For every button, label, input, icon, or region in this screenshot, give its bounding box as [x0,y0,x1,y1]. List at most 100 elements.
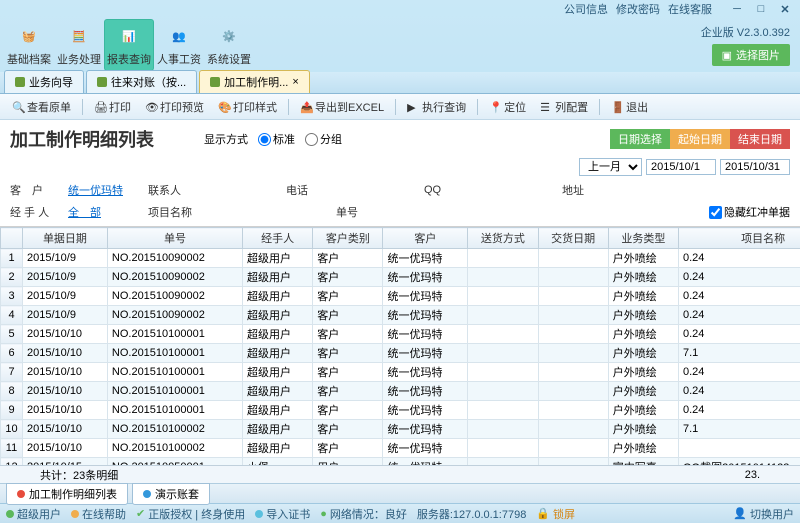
cell[interactable]: 2015/10/10 [23,382,108,401]
cell[interactable]: 户外喷绘 [608,420,678,439]
tab[interactable]: 往来对账（按... [86,70,197,93]
cell[interactable]: 0.24 [679,268,800,287]
cell[interactable]: 户外喷绘 [608,439,678,458]
cell[interactable] [538,268,608,287]
cell[interactable]: 用户 [313,458,383,466]
table-row[interactable]: 102015/10/10NO.201510100002超级用户客户统一优玛特户外… [1,420,800,439]
cell[interactable]: 户外喷绘 [608,344,678,363]
cell[interactable]: NO.201510090002 [107,249,242,268]
cell[interactable]: 2015/10/10 [23,420,108,439]
tab[interactable]: 加工制作明...× [199,70,310,93]
cell[interactable] [468,325,538,344]
cell[interactable] [468,344,538,363]
cell[interactable]: 2015/10/9 [23,287,108,306]
toolbar-btn-4[interactable]: 📤导出到EXCEL [294,97,390,117]
cell[interactable]: 客户 [313,401,383,420]
cell[interactable]: 统一优玛特 [383,420,468,439]
cell[interactable]: 超级用户 [243,306,313,325]
cell[interactable]: 户外喷绘 [608,306,678,325]
cell[interactable]: 统一优玛特 [383,382,468,401]
cell[interactable]: NO.201510100001 [107,363,242,382]
table-row[interactable]: 32015/10/9NO.201510090002超级用户客户统一优玛特户外喷绘… [1,287,800,306]
grid-scroll[interactable]: 单据日期单号经手人客户类别客户送货方式交货日期业务类型项目名称图样材料名称单位宽… [0,227,800,465]
cell[interactable]: 超级用户 [243,249,313,268]
cell[interactable]: NO.201510090002 [107,287,242,306]
cell[interactable]: 统一优玛特 [383,401,468,420]
cell[interactable] [538,363,608,382]
cell[interactable]: 超级用户 [243,344,313,363]
col-header[interactable]: 客户 [383,228,468,249]
minimize-button[interactable]: ─ [728,2,746,16]
ribbon-people[interactable]: 👥人事工资 [154,19,204,71]
tab[interactable]: 业务向导 [4,70,84,93]
cell[interactable]: 统一优玛特 [383,249,468,268]
cell[interactable]: 客户 [313,344,383,363]
col-header[interactable]: 交货日期 [538,228,608,249]
cell[interactable]: 2015/10/9 [23,268,108,287]
cell[interactable] [538,287,608,306]
cell[interactable]: 2015/10/10 [23,401,108,420]
cell[interactable]: 2015/10/10 [23,363,108,382]
toolbar-btn-5[interactable]: ▶执行查询 [401,97,472,117]
cell[interactable]: 统一优玛特 [383,306,468,325]
cell[interactable]: 户外喷绘 [608,325,678,344]
toolbar-btn-2[interactable]: 👁打印预览 [139,97,210,117]
cell[interactable]: QQ截图20151014123... [679,458,800,466]
cell[interactable]: 超级用户 [243,401,313,420]
cell[interactable] [538,401,608,420]
cell[interactable]: 客户 [313,249,383,268]
cell[interactable] [468,287,538,306]
cell[interactable]: 户外喷绘 [608,287,678,306]
cell[interactable]: 统一优玛特 [383,287,468,306]
toolbar-btn-8[interactable]: 🚪退出 [605,97,654,117]
toolbar-btn-0[interactable]: 🔍查看原单 [6,97,77,117]
ribbon-gear[interactable]: ⚙️系统设置 [204,19,254,71]
cell[interactable]: 0.24 [679,382,800,401]
link-company[interactable]: 公司信息 [564,1,608,17]
col-header[interactable]: 客户类别 [313,228,383,249]
cell[interactable]: 超级用户 [243,363,313,382]
handler-value[interactable]: 全 部 [68,204,138,220]
cell[interactable]: 7.1 [679,420,800,439]
cell[interactable]: 客户 [313,287,383,306]
cell[interactable]: NO.201510100002 [107,420,242,439]
cell[interactable]: 0.24 [679,249,800,268]
cell[interactable]: 统一优玛特 [383,268,468,287]
start-date-button[interactable]: 起始日期 [670,129,730,149]
toolbar-btn-1[interactable]: 🖨打印 [88,97,137,117]
cell[interactable]: NO.201510100001 [107,325,242,344]
bottom-tab-main[interactable]: 加工制作明细列表 [6,483,128,505]
cell[interactable]: 超级用户 [243,439,313,458]
month-select[interactable]: 上一月 [579,158,642,176]
cell[interactable]: 2015/10/10 [23,439,108,458]
cell[interactable]: NO.201510090002 [107,306,242,325]
cell[interactable]: 统一优玛特 [383,458,468,466]
cell[interactable]: 2015/10/10 [23,325,108,344]
hide-red-checkbox[interactable]: 隐藏红冲单据 [709,204,790,220]
cell[interactable]: 客户 [313,382,383,401]
cell[interactable] [468,382,538,401]
table-row[interactable]: 52015/10/10NO.201510100001超级用户客户统一优玛特户外喷… [1,325,800,344]
cell[interactable]: 2015/10/9 [23,249,108,268]
cell[interactable]: NO.201510100001 [107,344,242,363]
cell[interactable] [468,268,538,287]
close-tab-icon[interactable]: × [292,76,298,88]
cell[interactable]: 客户 [313,439,383,458]
table-row[interactable]: 22015/10/9NO.201510090002超级用户客户统一优玛特户外喷绘… [1,268,800,287]
table-row[interactable]: 42015/10/9NO.201510090002超级用户客户统一优玛特户外喷绘… [1,306,800,325]
cell[interactable]: 户外喷绘 [608,382,678,401]
cell[interactable] [538,344,608,363]
cell[interactable]: 客户 [313,306,383,325]
cell[interactable]: 超级用户 [243,287,313,306]
cell[interactable]: 统一优玛特 [383,344,468,363]
status-help[interactable]: 在线帮助 [71,506,126,522]
cell[interactable]: 2015/10/15 [23,458,108,466]
cell[interactable] [538,382,608,401]
select-image-button[interactable]: ▣选择图片 [712,44,790,66]
toolbar-btn-3[interactable]: 🎨打印样式 [212,97,283,117]
cell[interactable]: 客户 [313,420,383,439]
cell[interactable]: 客户 [313,363,383,382]
ribbon-basket[interactable]: 🧺基础档案 [4,19,54,71]
col-header[interactable]: 送货方式 [468,228,538,249]
radio-group[interactable]: 分组 [305,131,342,147]
